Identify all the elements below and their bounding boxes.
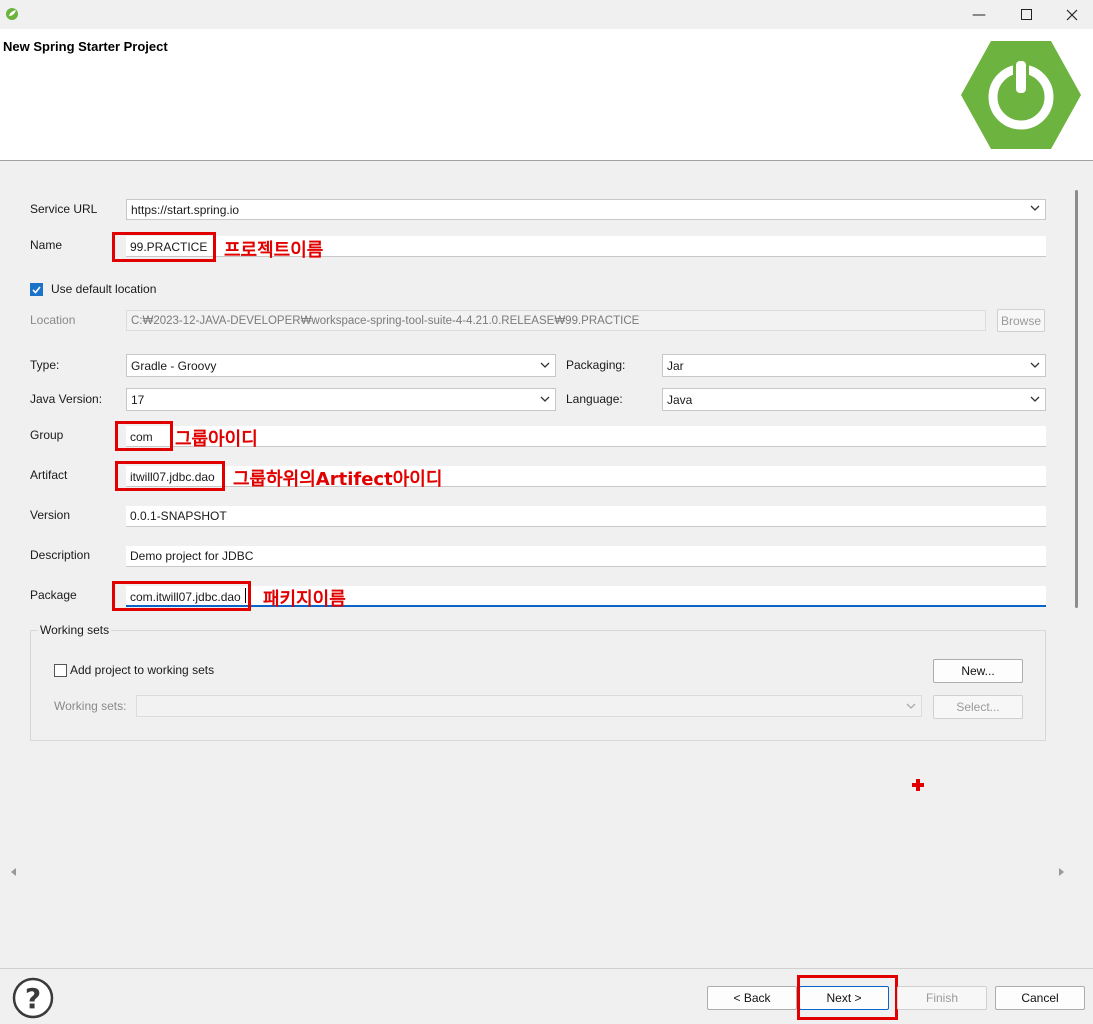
language-combo[interactable]: Java [662, 388, 1046, 411]
red-cursor-marker [911, 778, 925, 792]
spring-power-logo [959, 39, 1083, 151]
type-label: Type: [30, 358, 60, 372]
app-icon [5, 7, 19, 21]
name-label: Name [30, 238, 63, 252]
group-value[interactable]: com [130, 430, 153, 444]
location-input: C:₩2023-12-JAVA-DEVELOPER₩workspace-spri… [126, 310, 986, 331]
use-default-location-checkbox[interactable] [30, 283, 43, 296]
packaging-label: Packaging: [566, 358, 626, 372]
working-sets-combo [136, 695, 922, 717]
group-label: Group [30, 428, 64, 442]
language-select[interactable]: Java [662, 388, 1046, 411]
packaging-combo[interactable]: Jar [662, 354, 1046, 377]
type-combo[interactable]: Gradle - Groovy [126, 354, 556, 377]
java-version-combo[interactable]: 17 [126, 388, 556, 411]
maximize-icon[interactable] [1003, 0, 1049, 29]
new-working-set-button[interactable]: New... [933, 659, 1023, 683]
location-label: Location [30, 313, 76, 327]
working-sets-group [30, 630, 1046, 741]
group-input[interactable] [126, 426, 1046, 447]
horizontal-scrollbar[interactable] [7, 862, 1069, 882]
working-sets-group-title: Working sets [38, 623, 112, 637]
package-value[interactable]: com.itwill07.jdbc.dao [130, 590, 241, 604]
artifact-label: Artifact [30, 468, 68, 482]
check-icon [32, 286, 41, 294]
add-to-working-sets-label[interactable]: Add project to working sets [70, 663, 214, 677]
scroll-left-icon[interactable] [10, 868, 18, 876]
package-annotation: 패키지이름 [263, 589, 346, 610]
title-bar: — [0, 0, 1093, 29]
java-version-label: Java Version: [30, 392, 103, 406]
language-label: Language: [566, 392, 623, 406]
artifact-annotation: 그룹하위의Artifect아이디 [233, 469, 443, 490]
close-icon[interactable] [1049, 0, 1093, 29]
chevron-down-icon[interactable] [539, 393, 551, 405]
vertical-scrollbar-thumb[interactable] [1075, 190, 1078, 608]
description-input[interactable]: Demo project for JDBC [126, 546, 1046, 567]
packaging-select[interactable]: Jar [662, 354, 1046, 377]
service-url-label: Service URL [30, 202, 98, 216]
service-url-input[interactable]: https://start.spring.io [126, 199, 1046, 220]
next-highlight-box [797, 975, 898, 1020]
version-input[interactable]: 0.0.1-SNAPSHOT [126, 506, 1046, 527]
chevron-down-icon[interactable] [1029, 202, 1041, 214]
chevron-down-icon[interactable] [539, 359, 551, 371]
version-label: Version [30, 508, 71, 522]
service-url-combo[interactable]: https://start.spring.io [126, 199, 1046, 220]
use-default-location-label[interactable]: Use default location [51, 282, 156, 296]
description-label: Description [30, 548, 91, 562]
cancel-button[interactable]: Cancel [995, 986, 1085, 1010]
working-sets-select [136, 695, 922, 717]
back-button[interactable]: < Back [707, 986, 797, 1010]
wizard-banner: New Spring Starter Project [0, 29, 1093, 161]
scroll-right-icon[interactable] [1057, 868, 1065, 876]
type-select[interactable]: Gradle - Groovy [126, 354, 556, 377]
group-annotation: 그룹아이디 [175, 429, 258, 450]
add-to-working-sets-checkbox[interactable] [54, 664, 67, 677]
wizard-footer: ? < Back Next > Finish Cancel [0, 968, 1093, 1024]
svg-text:?: ? [25, 982, 41, 1015]
chevron-down-icon [906, 703, 916, 709]
java-version-select[interactable]: 17 [126, 388, 556, 411]
browse-button: Browse [997, 309, 1045, 332]
artifact-value[interactable]: itwill07.jdbc.dao [130, 470, 215, 484]
name-annotation: 프로젝트이름 [224, 240, 324, 261]
finish-button: Finish [897, 986, 987, 1010]
select-working-set-button: Select... [933, 695, 1023, 719]
package-label: Package [30, 588, 77, 602]
text-cursor [245, 588, 246, 603]
chevron-down-icon[interactable] [1029, 359, 1041, 371]
wizard-title: New Spring Starter Project [3, 39, 168, 54]
working-sets-label: Working sets: [54, 699, 127, 713]
name-value[interactable]: 99.PRACTICE [130, 240, 207, 254]
minimize-icon[interactable]: — [956, 0, 1002, 29]
chevron-down-icon[interactable] [1029, 393, 1041, 405]
help-icon[interactable]: ? [12, 977, 54, 1019]
